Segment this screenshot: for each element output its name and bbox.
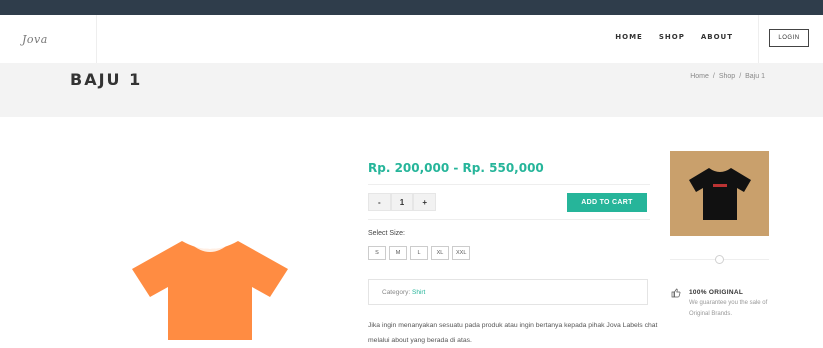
site-header: Jova HOME SHOP ABOUT LOGIN	[0, 15, 823, 64]
category-box: Category: Shirt	[368, 279, 648, 305]
qty-decrease-button[interactable]: -	[368, 193, 391, 211]
product-price: Rp. 200,000 - Rp. 550,000	[368, 161, 544, 175]
size-label: Select Size:	[368, 230, 405, 237]
site-logo[interactable]: Jova	[22, 27, 82, 51]
login-divider	[758, 15, 759, 63]
quantity-stepper: - 1 +	[368, 193, 437, 211]
category-prefix: Category:	[382, 289, 411, 296]
size-option-xxl[interactable]: XXL	[452, 246, 471, 260]
divider	[368, 219, 650, 220]
size-option-l[interactable]: L	[410, 246, 428, 260]
original-badge-subtitle: We guarantee you the sale of Original Br…	[689, 300, 768, 317]
breadcrumb-separator: /	[712, 73, 715, 80]
add-to-cart-button[interactable]: ADD TO CART	[567, 193, 647, 212]
size-option-s[interactable]: S	[368, 246, 386, 260]
page-title-bar: BAJU 1 Home / Shop / Baju 1	[0, 63, 823, 117]
carousel-dot[interactable]	[715, 255, 724, 264]
logo-divider	[96, 15, 97, 63]
top-accent-bar	[0, 0, 823, 15]
nav-about[interactable]: ABOUT	[701, 33, 733, 41]
nav-home[interactable]: HOME	[615, 33, 643, 41]
orange-tshirt-shape	[132, 241, 288, 340]
breadcrumb-shop[interactable]: Shop	[719, 73, 735, 80]
size-option-xl[interactable]: XL	[431, 246, 449, 260]
breadcrumb-current: Baju 1	[745, 73, 765, 80]
original-badge-title: 100% ORIGINAL	[689, 289, 744, 296]
thumbs-up-icon	[671, 288, 681, 298]
login-button[interactable]: LOGIN	[769, 29, 809, 47]
category-link[interactable]: Shirt	[412, 289, 425, 296]
product-main-image	[132, 241, 288, 340]
main-nav: HOME SHOP ABOUT	[615, 33, 733, 41]
breadcrumb-home[interactable]: Home	[690, 73, 709, 80]
product-thumbnail[interactable]	[670, 151, 769, 236]
size-options: S M L XL XXL	[368, 246, 471, 260]
size-option-m[interactable]: M	[389, 246, 407, 260]
category-text: Category: Shirt	[382, 289, 425, 296]
product-description: Jika ingin menanyakan sesuatu pada produ…	[368, 322, 658, 344]
page-title: BAJU 1	[70, 70, 143, 89]
logo-text: Jova	[22, 32, 48, 46]
breadcrumb-separator: /	[739, 73, 742, 80]
divider	[368, 184, 650, 185]
black-tshirt-image	[688, 167, 751, 220]
qty-input[interactable]: 1	[390, 193, 414, 211]
qty-increase-button[interactable]: +	[413, 193, 437, 211]
nav-shop[interactable]: SHOP	[659, 33, 685, 41]
breadcrumb: Home / Shop / Baju 1	[688, 73, 767, 80]
